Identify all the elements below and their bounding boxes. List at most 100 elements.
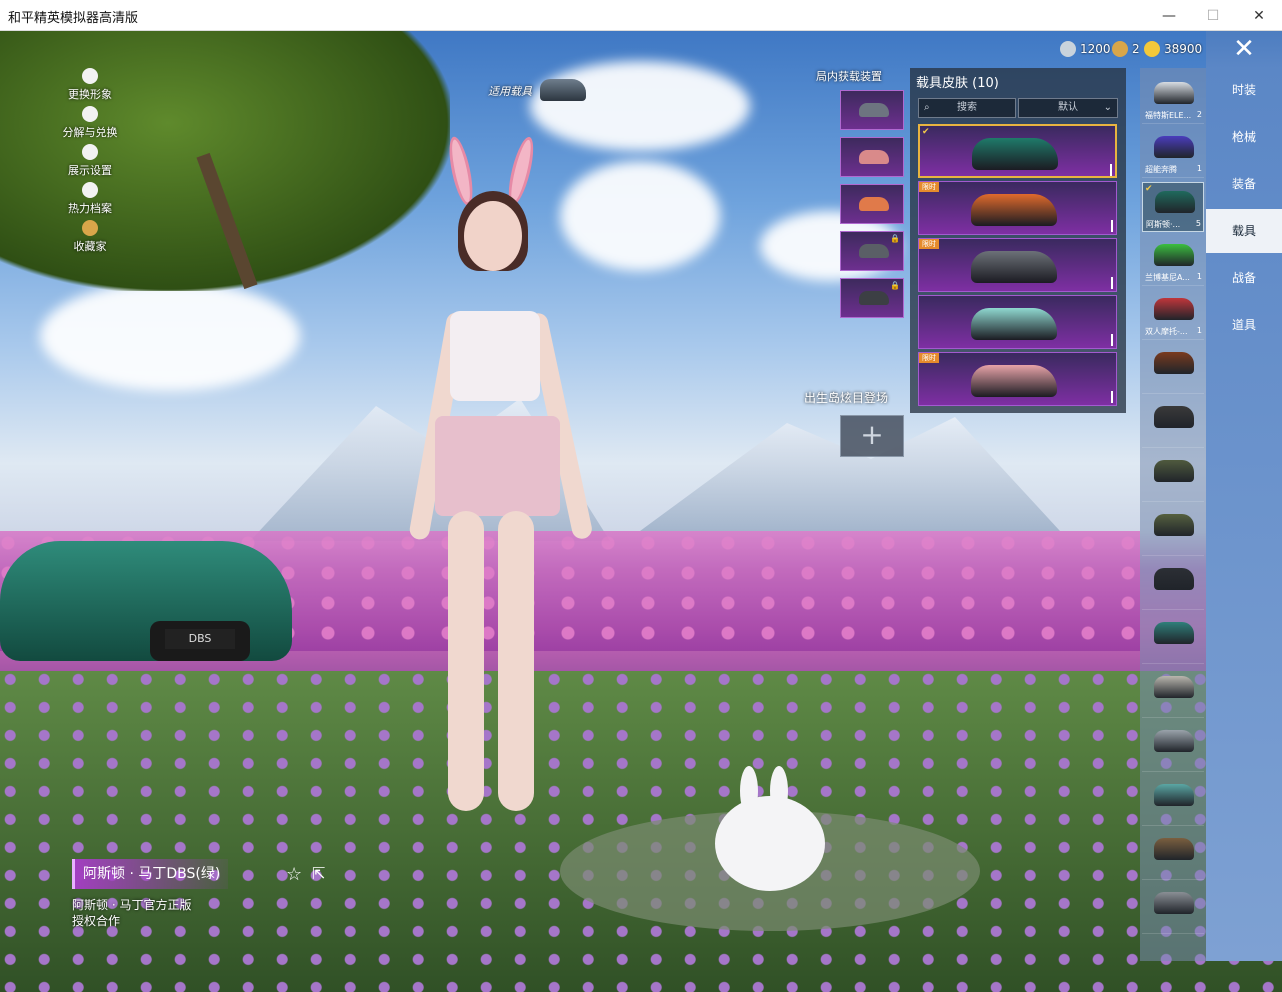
bunny-pet-body [715,796,825,891]
cloud [530,61,750,151]
tab-category[interactable]: 枪械 [1206,115,1282,159]
car-thumb-icon [859,197,889,211]
vehicle-item[interactable]: ✔ 阿斯顿·... 5 [1142,182,1204,232]
vehicle-icon [1154,406,1194,428]
character-head [464,201,522,271]
search-input[interactable]: ⌕ 搜索 [918,98,1016,118]
token-icon [1112,41,1128,57]
vehicle-icon [1154,352,1194,374]
vehicle-skin-count: 5 [1195,219,1201,228]
vehicle-skin-count: 1 [1196,164,1202,173]
vehicle-icon [1154,82,1194,104]
vehicle-icon [1154,838,1194,860]
skin-card[interactable]: 限时 [918,238,1117,292]
vehicle-item[interactable] [1142,614,1204,664]
vehicle-icon [1154,892,1194,914]
vehicle-item[interactable] [1142,452,1204,502]
character-model[interactable] [400,134,610,851]
vehicle-item[interactable] [1142,506,1204,556]
close-icon[interactable]: ✕ [1206,31,1282,68]
vehicle-preview[interactable]: DBS [0,521,300,681]
vehicle-item[interactable] [1142,560,1204,610]
vehicle-icon [1154,244,1194,266]
vehicle-item[interactable] [1142,776,1204,826]
tab-category[interactable]: 道具 [1206,303,1282,347]
skin-card[interactable]: ✔ [918,124,1117,178]
check-icon: ✔ [922,127,930,137]
coin-silver-icon [1060,41,1076,57]
vehicle-name-label: 兰博基尼A... [1145,273,1190,282]
card-indicator [1110,164,1112,176]
currency-token: 2 [1112,40,1140,58]
vehicle-name-label: 阿斯顿·... [1146,220,1181,229]
menu-heat-profile[interactable]: 热力档案 [58,182,122,216]
vehicle-item[interactable]: 兰博基尼A... 1 [1142,236,1204,286]
card-indicator [1111,391,1113,403]
vehicle-item[interactable] [1142,398,1204,448]
vehicle-item[interactable]: 双人摩托-... 1 [1142,290,1204,340]
vehicle-name: 阿斯顿 · 马丁DBS(绿) [72,859,229,889]
lock-icon: 🔒 [890,234,900,243]
close-window-button[interactable]: ✕ [1236,0,1282,31]
check-icon: ✔ [1145,184,1153,194]
vehicle-skin-count: 1 [1196,326,1202,335]
maximize-button[interactable]: ☐ [1190,0,1236,31]
lock-icon: 🔒 [890,281,900,290]
vehicle-item[interactable] [1142,830,1204,880]
sort-dropdown[interactable]: 默认 ⌄ [1018,98,1118,118]
skin-card[interactable]: 限时 [918,352,1117,406]
window-title: 和平精英模拟器高清版 [8,11,139,26]
menu-change-look[interactable]: 更换形象 [58,68,122,102]
vehicle-icon [1154,298,1194,320]
vehicle-item[interactable] [1142,722,1204,772]
car-thumb-icon [859,291,889,305]
menu-collector[interactable]: 收藏家 [58,220,122,254]
vehicle-list: 福特斯ELE... 2 超能奔腾 1 ✔ 阿斯顿·... 5 兰博基尼A... 1 双人摩托-..… [1140,68,1206,961]
vehicle-item[interactable]: 超能奔腾 1 [1142,128,1204,178]
search-icon: ⌕ [924,102,930,113]
minimize-button[interactable]: — [1146,0,1192,31]
vehicle-description: 阿斯顿 · 马丁官方正版 授权合作 [72,898,192,928]
vehicle-icon [1154,514,1194,536]
tab-category[interactable]: 战备 [1206,256,1282,300]
birth-island-label: 出生岛炫目登场 [804,391,889,405]
skin-card[interactable] [918,295,1117,349]
chevron-down-icon: ⌄ [1103,102,1112,113]
vehicle-item[interactable] [1142,884,1204,934]
vehicle-item[interactable] [1142,344,1204,394]
apply-vehicle-icon[interactable] [540,79,586,101]
favorite-icon[interactable]: ☆ [286,864,302,885]
limited-badge: 限时 [919,182,939,192]
apply-vehicle-label: 适用载具 [488,85,532,98]
skin-thumb[interactable]: 🔒 [840,278,904,318]
skin-thumb[interactable] [840,184,904,224]
skin-thumb[interactable]: 🔒 [840,231,904,271]
menu-decompose[interactable]: 分解与兑换 [58,106,122,140]
cloud [40,281,300,391]
bunny-pet[interactable] [715,766,825,891]
car-skin-image [972,138,1058,170]
skin-thumb[interactable] [840,137,904,177]
skin-card[interactable]: 限时 [918,181,1117,235]
character-shorts [435,416,560,516]
in-game-vehicle-title: 局内获载装置 [816,70,882,83]
vehicle-icon [1154,136,1194,158]
vehicle-item[interactable]: 福特斯ELE... 2 [1142,74,1204,124]
app-window: 和平精英模拟器高清版 — ☐ ✕ DBS 更换形象 分解与兑换 展示设置 热力档… [0,0,1282,992]
license-plate: DBS [165,629,235,649]
share-icon[interactable]: ⇱ [312,864,325,883]
character-top [450,311,540,401]
skin-thumb[interactable] [840,90,904,130]
tab-category[interactable]: 载具 [1206,209,1282,253]
menu-display-settings[interactable]: 展示设置 [58,144,122,178]
vehicle-skin-count: 2 [1196,110,1202,119]
card-indicator [1111,334,1113,346]
flame-icon [82,182,98,198]
vehicle-item[interactable] [1142,668,1204,718]
car-skin-image [971,365,1057,397]
vehicle-icon [1154,460,1194,482]
tab-category[interactable]: 装备 [1206,162,1282,206]
tab-category[interactable]: 时装 [1206,68,1282,112]
crown-icon [82,220,98,236]
add-button[interactable]: + [840,415,904,457]
